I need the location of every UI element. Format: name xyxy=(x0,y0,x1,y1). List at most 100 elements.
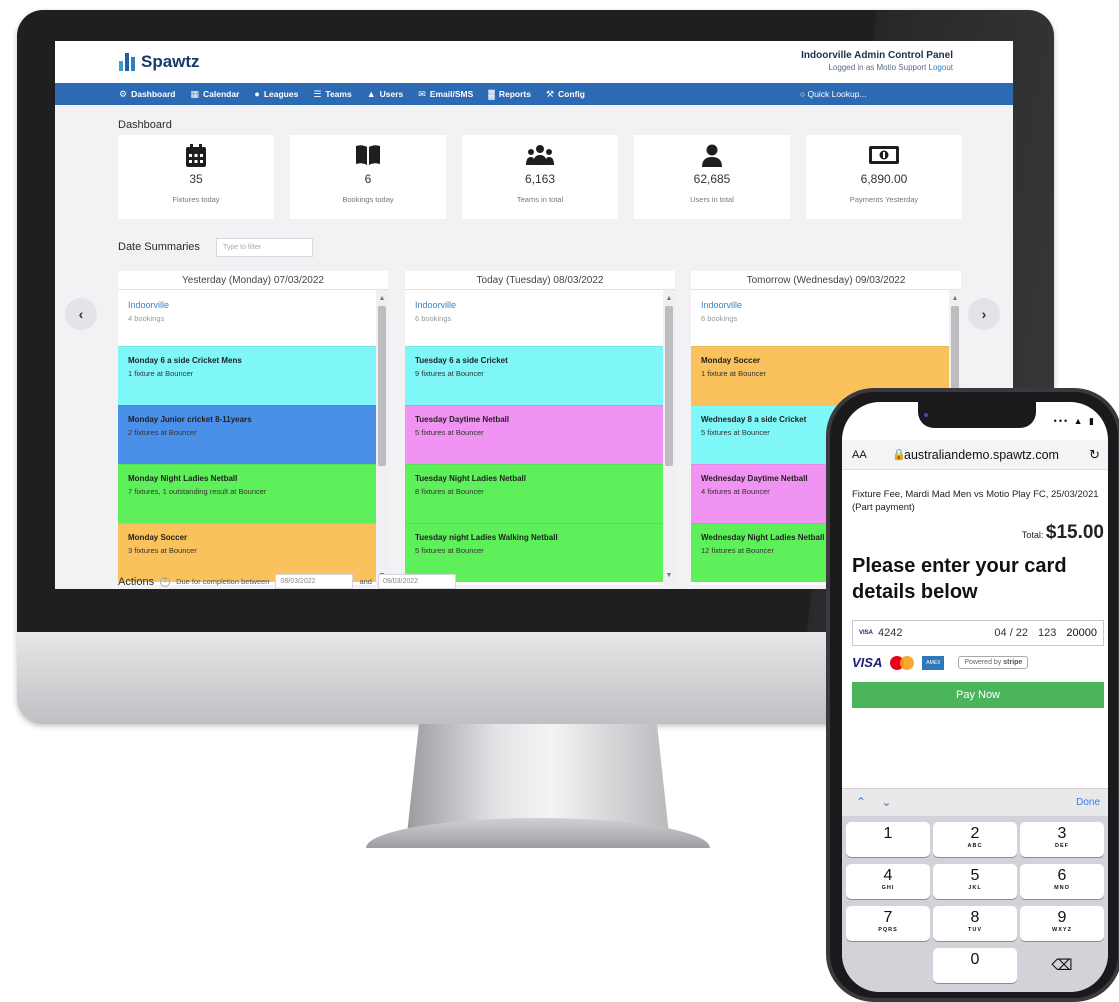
chevron-left-icon: ‹ xyxy=(78,306,84,322)
day-header: Tomorrow (Wednesday) 09/03/2022 xyxy=(691,271,961,290)
card-expiry[interactable]: 04 / 22 xyxy=(994,627,1028,639)
next-day-button[interactable]: › xyxy=(968,298,1000,330)
scroll-thumb[interactable] xyxy=(665,306,673,466)
card-headline: Please enter your card details below xyxy=(852,555,1067,603)
logo-bars-icon xyxy=(119,53,135,71)
key-letters: JKL xyxy=(968,885,982,891)
nav-item-calendar[interactable]: ▦ Calendar xyxy=(190,89,239,100)
key-digit: 0 xyxy=(970,951,980,968)
nav-item-config[interactable]: ⚒ Config xyxy=(546,89,585,100)
scroll-thumb[interactable] xyxy=(378,306,386,466)
event-row[interactable]: Tuesday Daytime Netball 5 fixtures at Bou… xyxy=(405,405,663,464)
field-nav-arrows-icon[interactable]: ⌃ ⌄ xyxy=(856,795,897,809)
nav-item-teams[interactable]: ☰ Teams xyxy=(313,89,351,100)
booking-count: 4 bookings xyxy=(128,314,165,323)
venue-row[interactable]: Indoorville 6 bookings xyxy=(405,290,663,346)
previous-day-button[interactable]: ‹ xyxy=(65,298,97,330)
card-cvc[interactable]: 123 xyxy=(1038,627,1056,639)
info-icon[interactable]: ? xyxy=(160,576,171,587)
nav-item-label: Config xyxy=(558,89,585,99)
scrollbar[interactable]: ▲▼ xyxy=(663,290,675,585)
admin-login-status: Logged in as Motio Support Logout xyxy=(801,63,953,72)
venue-name[interactable]: Indoorville xyxy=(415,300,663,310)
card-input[interactable]: VISA 4242 04 / 22 123 20000 xyxy=(852,620,1104,646)
total-label: Total: xyxy=(1021,530,1044,540)
day-event-list: Indoorville 4 bookings Monday 6 a side Cri… xyxy=(118,290,376,585)
stat-card-teams[interactable]: 6,163 Teams in total xyxy=(462,135,618,219)
due-text: Due for completion between xyxy=(176,577,270,586)
nav-item-emailsms[interactable]: ✉ Email/SMS xyxy=(418,89,473,100)
key-2[interactable]: 2 ABC xyxy=(933,822,1017,857)
event-row[interactable]: Monday Night Ladies Netball 7 fixtures, 1… xyxy=(118,464,376,523)
url-text[interactable]: australiandemo.spawtz.com xyxy=(904,448,1059,462)
key-letters: DEF xyxy=(1055,843,1069,849)
key-3[interactable]: 3 DEF xyxy=(1020,822,1104,857)
key-digit: 2 xyxy=(970,825,980,842)
nav-item-dashboard[interactable]: ⚙ Dashboard xyxy=(119,89,175,100)
key-8[interactable]: 8 TUV xyxy=(933,906,1017,941)
browser-url-bar[interactable]: AA 🔒 australiandemo.spawtz.com ↻ xyxy=(842,440,1108,470)
venue-row[interactable]: Indoorville 4 bookings xyxy=(118,290,376,346)
logout-link[interactable]: Logout xyxy=(929,63,953,72)
key-9[interactable]: 9 WXYZ xyxy=(1020,906,1104,941)
reload-icon[interactable]: ↻ xyxy=(1089,447,1100,463)
venue-name[interactable]: Indoorville xyxy=(701,300,949,310)
nav-item-label: Leagues xyxy=(263,89,299,99)
key-0[interactable]: 0 xyxy=(933,948,1017,983)
scrollbar[interactable]: ▲▼ xyxy=(376,290,388,585)
key-digit: 5 xyxy=(970,867,980,884)
backspace-key[interactable]: ⌫ xyxy=(1020,948,1104,983)
nav-item-reports[interactable]: ▓ Reports xyxy=(488,89,531,99)
event-description: 7 fixtures, 1 outstanding result at Boun… xyxy=(128,487,267,496)
event-row[interactable]: Monday Junior cricket 8-11years 2 fixture… xyxy=(118,405,376,464)
event-row[interactable]: Monday 6 a side Cricket Mens 1 fixture at… xyxy=(118,346,376,405)
stat-value: 6 xyxy=(364,172,372,186)
nav-item-label: Dashboard xyxy=(131,89,176,99)
card-zip[interactable]: 20000 xyxy=(1066,627,1097,639)
filter-input[interactable]: Type to filter xyxy=(216,238,313,257)
scroll-up-icon[interactable]: ▲ xyxy=(663,294,675,304)
date-summaries-title: Date Summaries xyxy=(118,241,200,253)
event-row[interactable]: Tuesday Night Ladies Netball 8 fixtures a… xyxy=(405,464,663,523)
key-digit: 3 xyxy=(1057,825,1067,842)
event-row[interactable]: Tuesday 6 a side Cricket 9 fixtures at Bo… xyxy=(405,346,663,405)
event-name: Tuesday Daytime Netball xyxy=(415,415,510,424)
key-1[interactable]: 1 xyxy=(846,822,930,857)
numeric-keypad: 1 2 ABC 3 DEF 4 GHI 5 JKL 6 MNO 7 PQRS 8 TUV 9 WXYZ 0 ⌫ xyxy=(842,816,1108,992)
to-date-field[interactable]: 09/03/2022 xyxy=(377,574,456,589)
quick-lookup[interactable]: ○ Quick Lookup... xyxy=(800,89,867,99)
stat-card-bookings[interactable]: 6 Bookings today xyxy=(290,135,446,219)
pay-now-button[interactable]: Pay Now xyxy=(852,682,1104,708)
scroll-down-icon[interactable]: ▼ xyxy=(663,571,675,581)
envelope-icon: ✉ xyxy=(418,88,426,99)
stat-card-payments[interactable]: 6,890.00 Payments Yesterday xyxy=(806,135,962,219)
key-7[interactable]: 7 PQRS xyxy=(846,906,930,941)
mastercard-logo xyxy=(890,655,915,670)
stat-label: Bookings today xyxy=(342,195,394,204)
event-description: 2 fixtures at Bouncer xyxy=(128,428,197,437)
spawtz-logo[interactable]: Spawtz xyxy=(119,52,200,72)
scroll-up-icon[interactable]: ▲ xyxy=(949,294,961,304)
scroll-up-icon[interactable]: ▲ xyxy=(376,294,388,304)
venue-row[interactable]: Indoorville 6 bookings xyxy=(691,290,949,346)
money-icon xyxy=(806,144,962,170)
done-button[interactable]: Done xyxy=(1076,797,1100,808)
key-6[interactable]: 6 MNO xyxy=(1020,864,1104,899)
venue-name[interactable]: Indoorville xyxy=(128,300,376,310)
nav-item-users[interactable]: ▲ Users xyxy=(367,89,404,99)
event-description: 1 fixture at Bouncer xyxy=(128,369,194,378)
event-description: 1 fixture at Bouncer xyxy=(701,369,767,378)
stat-card-users[interactable]: 62,685 Users in total xyxy=(634,135,790,219)
stat-card-fixtures[interactable]: 35 Fixtures today xyxy=(118,135,274,219)
key-5[interactable]: 5 JKL xyxy=(933,864,1017,899)
card-number[interactable]: 4242 xyxy=(878,627,902,639)
card-brands: VISA AMEX Powered by stripe xyxy=(852,655,1029,670)
booking-count: 6 bookings xyxy=(415,314,452,323)
from-date-field[interactable]: 08/03/2022 xyxy=(275,574,354,589)
nav-item-leagues[interactable]: ● Leagues xyxy=(254,89,298,99)
and-text: and xyxy=(359,577,372,586)
quick-lookup-label: Quick Lookup... xyxy=(807,89,867,99)
text-size-button[interactable]: AA xyxy=(852,449,867,461)
key-4[interactable]: 4 GHI xyxy=(846,864,930,899)
teams-icon: ☰ xyxy=(313,88,322,99)
